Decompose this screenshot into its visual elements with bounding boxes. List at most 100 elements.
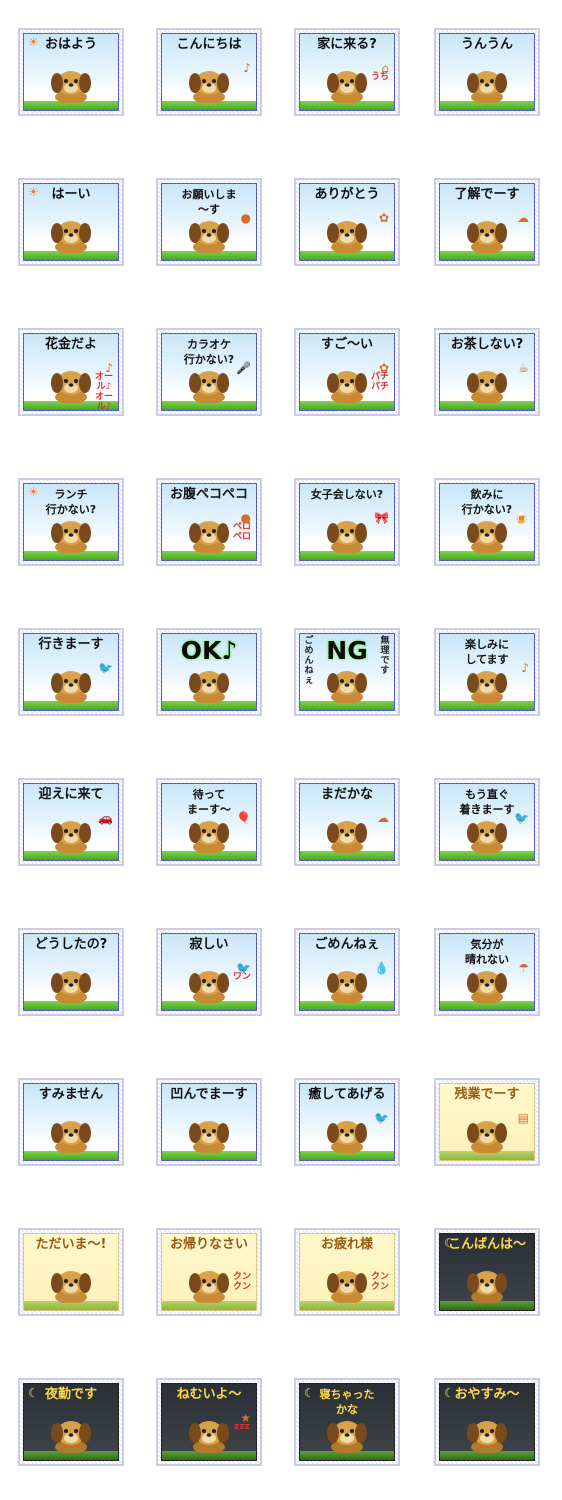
sticker-11[interactable]: すご〜い パチ パチ ✿ [294, 328, 400, 416]
sticker-frame: おはよう ☀ [23, 33, 119, 111]
sticker-caption: うんうん [460, 37, 513, 52]
puppy-illustration [461, 1413, 513, 1453]
sticker-caption: 寂しい [189, 937, 229, 952]
sticker-frame: 寂しい ワン 🐦 [161, 933, 257, 1011]
sticker-caption: お願いしま 〜す [181, 188, 237, 216]
puppy-illustration [461, 513, 513, 553]
bowl-icon: ● [240, 511, 251, 525]
moon-icon: ☾ [28, 1386, 39, 1400]
sticker-32[interactable]: 残業でーす ▤ [434, 1078, 540, 1166]
sticker-12[interactable]: お茶しない? ☕ [434, 328, 540, 416]
puppy-illustration [183, 213, 235, 253]
sticker-23[interactable]: まだかな ☁ [294, 778, 400, 866]
sticker-17[interactable]: 行きまーす 🐦 [18, 628, 124, 716]
sticker-18[interactable]: OK♪ [156, 628, 262, 716]
puppy-illustration [321, 963, 373, 1003]
tear-icon: 💧 [374, 961, 389, 975]
sticker-31[interactable]: 癒してあげる 🐦 [294, 1078, 400, 1166]
sticker-caption: 凹んでまーす [170, 1087, 248, 1102]
bowl-icon: ● [240, 211, 251, 225]
puppy-illustration [183, 813, 235, 853]
sticker-6[interactable]: お願いしま 〜す ● [156, 178, 262, 266]
sticker-36[interactable]: こんばんは〜 ☾ [434, 1228, 540, 1316]
puppy-illustration [45, 813, 97, 853]
sticker-frame: うんうん [439, 33, 535, 111]
microphone-icon: 🎤 [236, 361, 251, 375]
sticker-8[interactable]: 了解でーす ☁ [434, 178, 540, 266]
sticker-3[interactable]: 家に来る? うち ⌂ [294, 28, 400, 116]
sticker-34[interactable]: お帰りなさい クン クン [156, 1228, 262, 1316]
sticker-40[interactable]: おやすみ〜 ☾ [434, 1378, 540, 1466]
sticker-frame: すご〜い パチ パチ ✿ [299, 333, 395, 411]
sticker-20[interactable]: 楽しみに してます ♪ [434, 628, 540, 716]
sticker-29[interactable]: すみません [18, 1078, 124, 1166]
sticker-frame: すみません [23, 1083, 119, 1161]
sticker-22[interactable]: 待って まーす〜 🎈 [156, 778, 262, 866]
sticker-2[interactable]: こんにちは ♪ [156, 28, 262, 116]
sticker-caption: 寝ちゃった かな [319, 1388, 375, 1416]
cloud-icon: ☁ [517, 211, 529, 225]
sticker-21[interactable]: 迎えに来て 🚗 [18, 778, 124, 866]
sticker-16[interactable]: 飲みに 行かない? 🍺 [434, 478, 540, 566]
sticker-39[interactable]: 寝ちゃった かな ☾ [294, 1378, 400, 1466]
sticker-4[interactable]: うんうん [434, 28, 540, 116]
sticker-38[interactable]: ねむいよ〜 zzz ★ [156, 1378, 262, 1466]
sticker-frame: 女子会しない? 🎀 [299, 483, 395, 561]
sticker-26[interactable]: 寂しい ワン 🐦 [156, 928, 262, 1016]
sticker-frame: どうしたの? [23, 933, 119, 1011]
sticker-7[interactable]: ありがとう ✿ [294, 178, 400, 266]
sticker-caption: お腹ペコペコ [169, 487, 248, 502]
sticker-frame: お願いしま 〜す ● [161, 183, 257, 261]
sticker-5[interactable]: はーい ☀ [18, 178, 124, 266]
sticker-15[interactable]: 女子会しない? 🎀 [294, 478, 400, 566]
sticker-frame: 癒してあげる 🐦 [299, 1083, 395, 1161]
doghouse-icon: ⌂ [381, 61, 389, 75]
sticker-caption: 迎えに来て [38, 787, 104, 802]
sticker-frame: こんばんは〜 ☾ [439, 1233, 535, 1311]
sticker-33[interactable]: ただいま〜! [18, 1228, 124, 1316]
beer-icon: 🍺 [514, 511, 529, 525]
sticker-frame: 了解でーす ☁ [439, 183, 535, 261]
sticker-caption: 残業でーす [454, 1087, 520, 1102]
puppy-illustration [45, 513, 97, 553]
puppy-illustration [461, 363, 513, 403]
bird-icon: 🐦 [374, 1111, 389, 1125]
sticker-caption: まだかな [320, 787, 373, 802]
sticker-caption: ただいま〜! [35, 1237, 107, 1252]
sticker-35[interactable]: お疲れ様 クン クン [294, 1228, 400, 1316]
moon-icon: ☾ [444, 1236, 455, 1250]
side-text: 無理です [380, 636, 390, 676]
sticker-19[interactable]: NG 無理です ごめんねぇ [294, 628, 400, 716]
sticker-1[interactable]: おはよう ☀ [18, 28, 124, 116]
flower-icon: ✿ [378, 361, 389, 375]
sticker-27[interactable]: ごめんねぇ 💧 [294, 928, 400, 1016]
car-icon: 🚗 [98, 811, 113, 825]
sticker-28[interactable]: 気分が 晴れない ☂ [434, 928, 540, 1016]
sticker-frame: ただいま〜! [23, 1233, 119, 1311]
sticker-caption: ごめんねぇ [314, 937, 380, 952]
puppy-illustration [183, 1413, 235, 1453]
sticker-caption: お疲れ様 [320, 1237, 373, 1252]
puppy-illustration [183, 1113, 235, 1153]
sticker-frame: ありがとう ✿ [299, 183, 395, 261]
sticker-frame: こんにちは ♪ [161, 33, 257, 111]
side-text: オール♪ オール♪ [94, 372, 113, 411]
puppy-illustration [461, 1263, 513, 1303]
sticker-caption: 癒してあげる [308, 1087, 386, 1102]
sticker-caption: 夜勤です [44, 1387, 97, 1402]
sticker-10[interactable]: カラオケ 行かない? 🎤 [156, 328, 262, 416]
puppy-illustration [45, 213, 97, 253]
sticker-13[interactable]: ランチ 行かない? ☀ [18, 478, 124, 566]
sticker-25[interactable]: どうしたの? [18, 928, 124, 1016]
sticker-caption: OK♪ [180, 636, 238, 665]
sticker-frame: お腹ペコペコ ペロ ペロ ● [161, 483, 257, 561]
sticker-9[interactable]: 花金だよ オール♪ オール♪ ♪ [18, 328, 124, 416]
sticker-24[interactable]: もう直ぐ 着きまーす 🐦 [434, 778, 540, 866]
side-text: クン クン [232, 1272, 251, 1292]
puppy-illustration [321, 1413, 373, 1453]
sticker-30[interactable]: 凹んでまーす [156, 1078, 262, 1166]
puppy-illustration [183, 63, 235, 103]
sticker-37[interactable]: 夜勤です ☾ [18, 1378, 124, 1466]
sticker-caption: 行きまーす [38, 637, 104, 652]
sticker-14[interactable]: お腹ペコペコ ペロ ペロ ● [156, 478, 262, 566]
